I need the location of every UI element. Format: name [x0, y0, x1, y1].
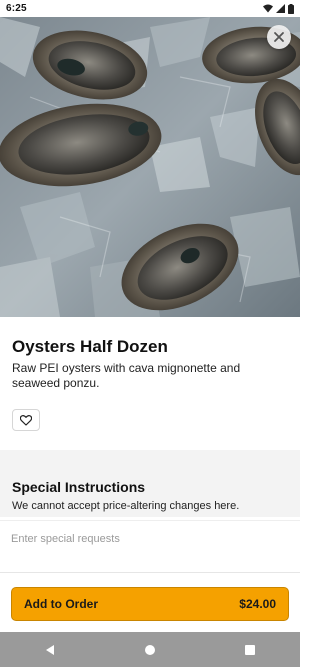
back-icon [46, 644, 54, 655]
close-icon [274, 32, 284, 42]
signal-icon [276, 4, 285, 13]
special-requests-input[interactable] [11, 529, 289, 549]
system-nav-bar [0, 632, 300, 667]
add-to-order-button[interactable]: Add to Order $24.00 [11, 587, 289, 621]
heart-icon [20, 414, 32, 426]
wifi-icon [263, 4, 273, 13]
recents-icon [245, 644, 255, 655]
recents-button[interactable] [230, 635, 270, 665]
status-bar: 6:25 [0, 0, 300, 17]
order-price: $24.00 [239, 597, 276, 611]
status-time: 6:25 [6, 3, 27, 14]
back-button[interactable] [30, 635, 70, 665]
status-icons [263, 3, 294, 14]
item-title: Oysters Half Dozen [12, 337, 168, 356]
oysters-photo [0, 17, 300, 317]
battery-icon [288, 3, 294, 14]
special-instructions-subtitle: We cannot accept price-altering changes … [12, 500, 240, 512]
hero-image [0, 17, 300, 317]
bottom-divider [0, 572, 300, 573]
favorite-button[interactable] [12, 409, 40, 431]
home-icon [145, 644, 155, 655]
special-requests-field-wrap [0, 520, 300, 572]
special-instructions-title: Special Instructions [12, 479, 146, 495]
home-button[interactable] [130, 635, 170, 665]
add-to-order-label: Add to Order [24, 597, 98, 611]
close-button[interactable] [267, 25, 291, 49]
item-description: Raw PEI oysters with cava mignonette and… [12, 361, 241, 390]
order-bar: Add to Order $24.00 [0, 575, 300, 632]
